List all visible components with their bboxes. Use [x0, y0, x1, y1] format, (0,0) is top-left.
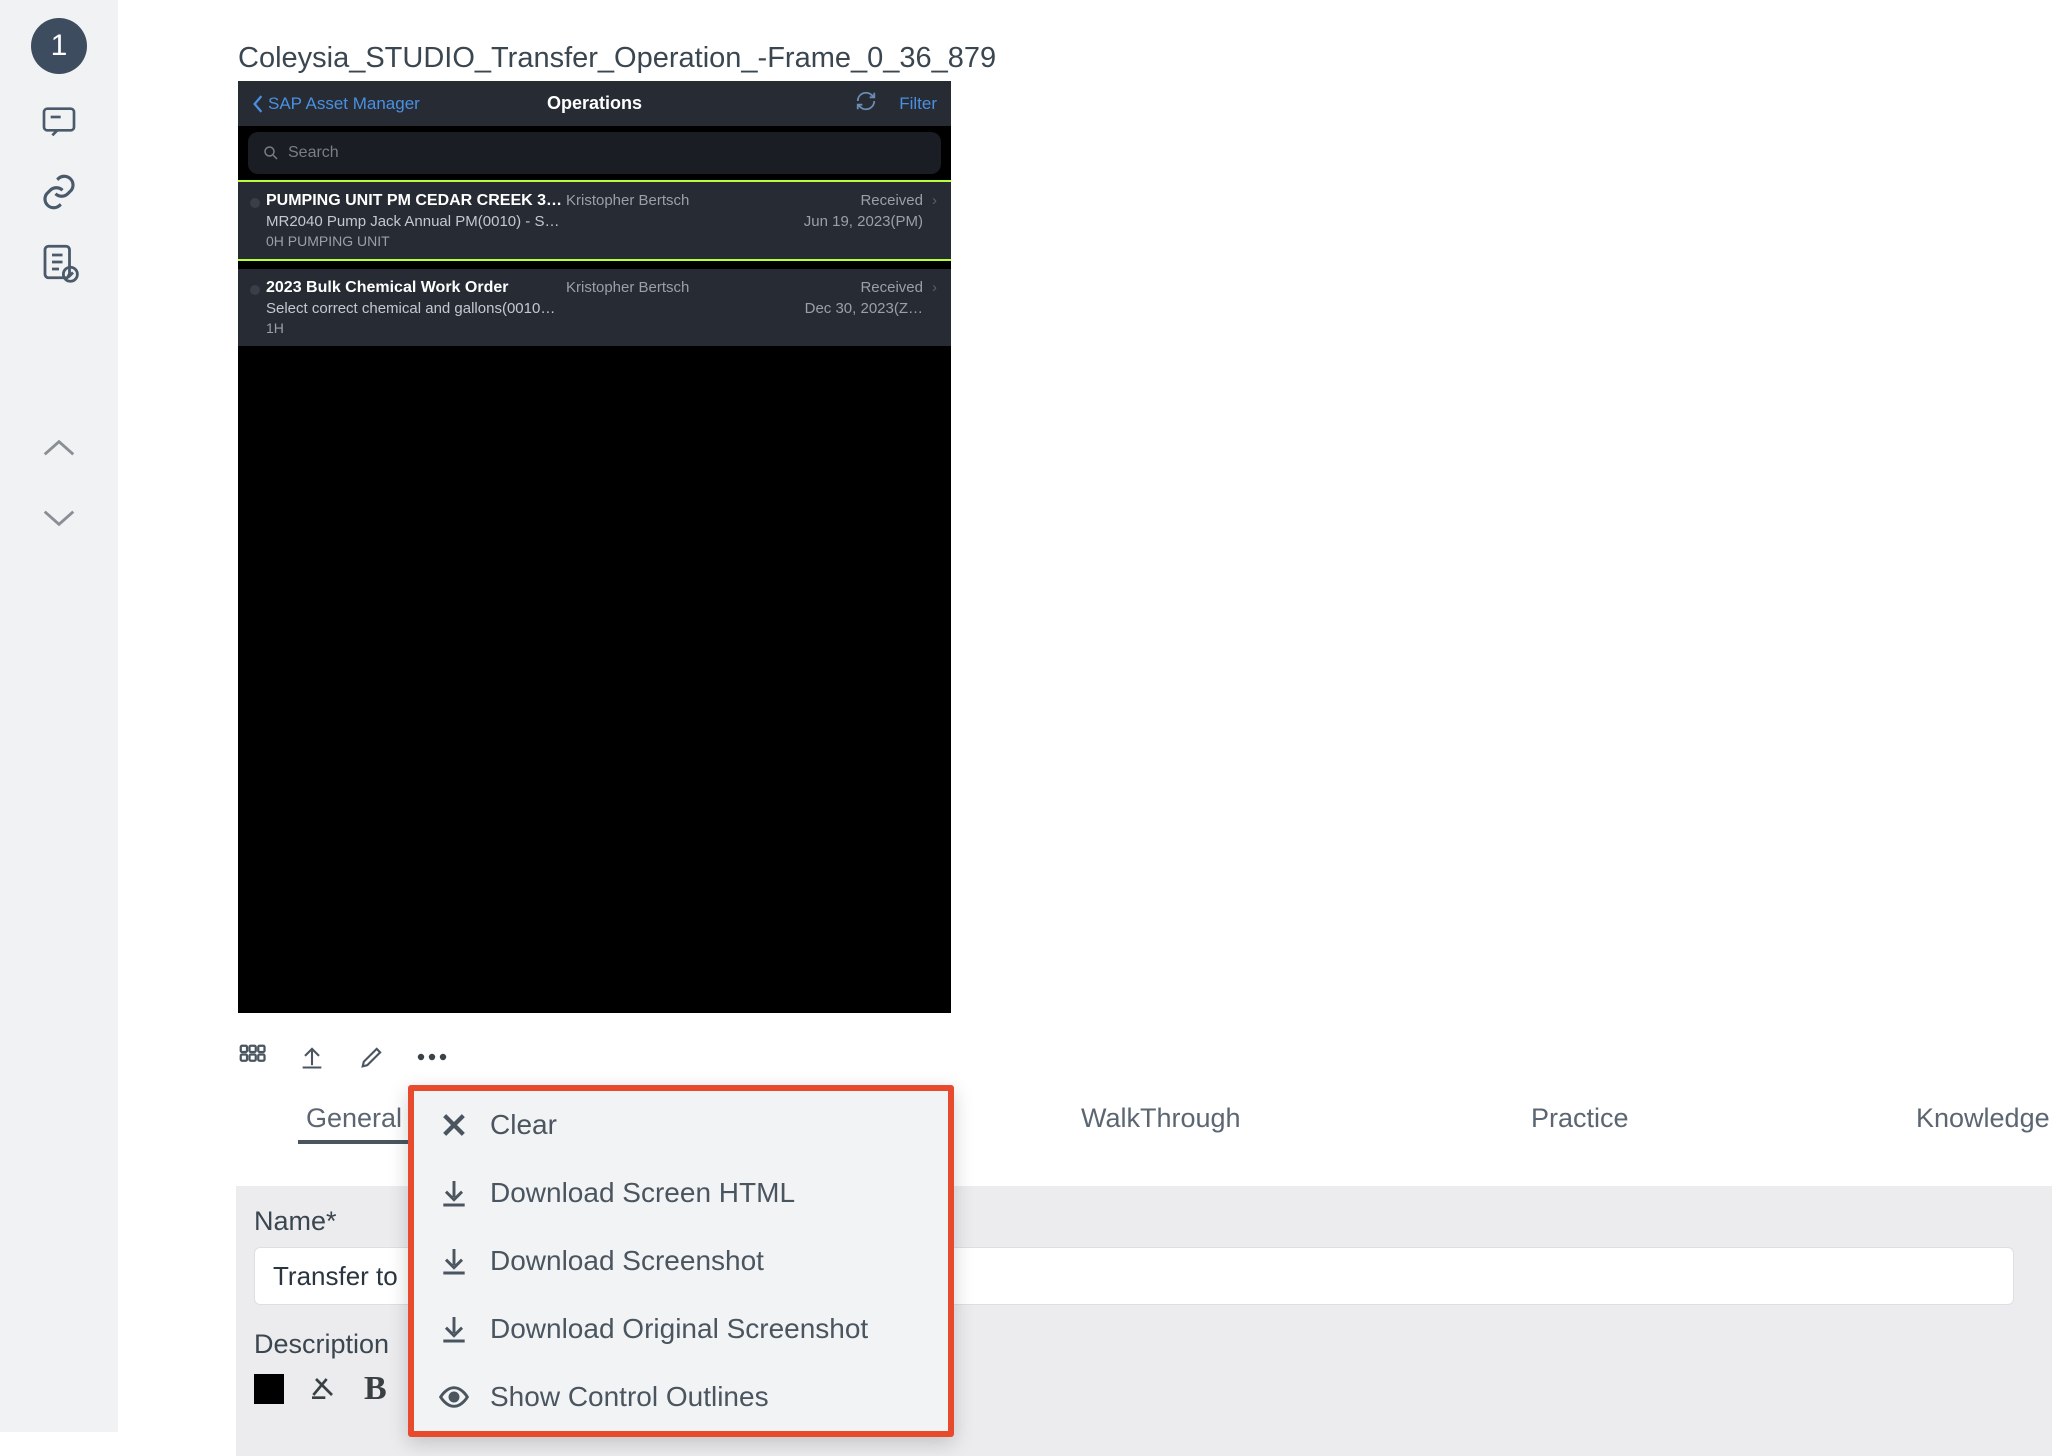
download-icon	[438, 1245, 470, 1277]
op-person: Kristopher Bertsch	[566, 279, 726, 296]
nav-up-icon[interactable]	[37, 426, 81, 470]
link-icon[interactable]	[37, 170, 81, 214]
left-rail: 1	[0, 0, 118, 1432]
menu-show-outlines[interactable]: Show Control Outlines	[414, 1363, 948, 1431]
op-meta: 1H	[266, 320, 937, 336]
menu-download-screenshot-label: Download Screenshot	[490, 1245, 764, 1277]
op-meta: 0H PUMPING UNIT	[266, 233, 937, 249]
menu-show-outlines-label: Show Control Outlines	[490, 1381, 769, 1413]
menu-download-screenshot[interactable]: Download Screenshot	[414, 1227, 948, 1295]
op-title: PUMPING UNIT PM CEDAR CREEK 34…	[266, 192, 566, 210]
menu-download-original-label: Download Original Screenshot	[490, 1313, 868, 1345]
upload-icon[interactable]	[296, 1041, 328, 1073]
tab-general[interactable]: General	[298, 1097, 410, 1144]
editor-toolbar	[118, 1013, 2052, 1085]
op-person: Kristopher Bertsch	[566, 192, 726, 209]
clear-format-icon[interactable]	[308, 1371, 340, 1408]
preview-back-button[interactable]: SAP Asset Manager	[252, 94, 420, 114]
menu-download-html-label: Download Screen HTML	[490, 1177, 795, 1209]
bold-icon[interactable]: B	[364, 1370, 387, 1408]
menu-clear-label: Clear	[490, 1109, 557, 1141]
nav-down-icon[interactable]	[37, 496, 81, 540]
operation-card[interactable]: PUMPING UNIT PM CEDAR CREEK 34… Kristoph…	[238, 180, 951, 261]
search-placeholder: Search	[288, 144, 339, 162]
menu-download-original[interactable]: Download Original Screenshot	[414, 1295, 948, 1363]
preview-back-label: SAP Asset Manager	[268, 94, 420, 114]
menu-download-html[interactable]: Download Screen HTML	[414, 1159, 948, 1227]
download-icon	[438, 1313, 470, 1345]
op-subtitle: MR2040 Pump Jack Annual PM(0010) - S…	[266, 213, 566, 230]
menu-clear[interactable]: Clear	[414, 1091, 948, 1159]
download-icon	[438, 1177, 470, 1209]
op-title: 2023 Bulk Chemical Work Order	[266, 279, 566, 297]
op-status: Received	[860, 192, 937, 209]
preview-header: SAP Asset Manager Operations Filter	[238, 81, 951, 126]
color-swatch-icon[interactable]	[254, 1374, 284, 1404]
operation-card[interactable]: 2023 Bulk Chemical Work Order Kristopher…	[238, 269, 951, 346]
op-date: Dec 30, 2023(Z…	[805, 300, 937, 317]
screen-preview: SAP Asset Manager Operations Filter Sear…	[238, 81, 951, 1013]
preview-title: Operations	[547, 93, 642, 114]
op-subtitle: Select correct chemical and gallons(0010…	[266, 300, 566, 317]
op-date: Jun 19, 2023(PM)	[804, 213, 937, 230]
grid-icon[interactable]	[236, 1041, 268, 1073]
tab-walkthrough[interactable]: WalkThrough	[1073, 1097, 1249, 1140]
checklist-icon[interactable]	[37, 240, 81, 284]
tab-practice[interactable]: Practice	[1523, 1097, 1637, 1140]
step-badge[interactable]: 1	[31, 18, 87, 74]
eye-icon	[438, 1381, 470, 1413]
comment-icon[interactable]	[37, 100, 81, 144]
more-menu: Clear Download Screen HTML Download Scre…	[408, 1085, 954, 1437]
close-icon	[438, 1109, 470, 1141]
page-title: Coleysia_STUDIO_Transfer_Operation_-Fram…	[238, 42, 2052, 75]
more-icon[interactable]	[416, 1041, 448, 1073]
search-icon	[262, 144, 280, 162]
tab-knowledge[interactable]: Knowledge Cl	[1908, 1097, 2052, 1140]
refresh-icon[interactable]	[855, 90, 877, 117]
preview-filter-link[interactable]: Filter	[899, 94, 937, 114]
edit-icon[interactable]	[356, 1041, 388, 1073]
op-status: Received	[860, 279, 937, 296]
preview-search[interactable]: Search	[248, 132, 941, 174]
